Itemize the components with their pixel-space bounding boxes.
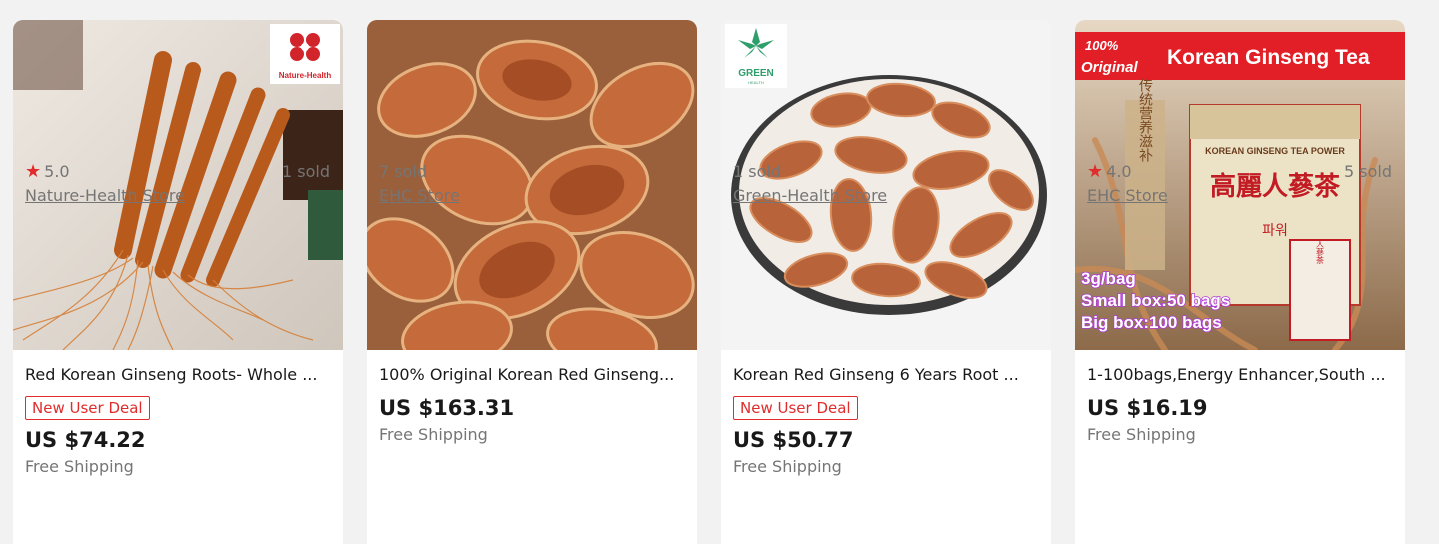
product-price: US $74.22 [25,428,146,452]
new-user-deal-badge: New User Deal [25,396,150,420]
shipping-label: Free Shipping [1087,425,1196,444]
sold-count: 7 sold [379,162,427,181]
product-grid: Nature-Health Red Korean Ginseng Roots- … [0,0,1439,544]
shipping-label: Free Shipping [733,457,842,476]
store-link[interactable]: Green-Health Store [733,185,887,207]
product-card[interactable]: 100% Original Korean Ginseng Tea KOREAN … [1075,20,1405,544]
product-title[interactable]: 100% Original Korean Red Ginseng... [379,364,685,386]
rating: ★ 5.0 [25,161,70,183]
sold-count: 1 sold [282,162,330,181]
svg-text:Small box:50 bags: Small box:50 bags [1081,291,1230,310]
product-meta: ★ 4.0 5 sold [1087,161,1392,183]
svg-text:파워: 파워 [1262,223,1288,239]
product-meta: ★ 5.0 1 sold [25,161,330,183]
product-info: 100% Original Korean Red Ginseng... US $… [367,350,697,446]
product-meta: 1 sold [733,161,1038,183]
new-user-deal-badge: New User Deal [733,396,858,420]
sold-count: 1 sold [733,162,781,181]
svg-text:Original: Original [1081,59,1139,76]
product-title[interactable]: Red Korean Ginseng Roots- Whole ... [25,364,331,386]
product-title[interactable]: 1-100bags,Energy Enhancer,South ... [1087,364,1393,386]
svg-text:GREEN: GREEN [738,68,774,79]
svg-text:Big box:100 bags: Big box:100 bags [1081,313,1222,332]
rating-value: 5.0 [44,162,70,181]
product-price: US $16.19 [1087,396,1208,420]
product-price: US $50.77 [733,428,854,452]
product-price: US $163.31 [379,396,515,420]
product-info: 1-100bags,Energy Enhancer,South ... US $… [1075,350,1405,446]
product-info: Red Korean Ginseng Roots- Whole ... New … [13,350,343,478]
product-info: Korean Red Ginseng 6 Years Root ... New … [721,350,1051,478]
star-icon: ★ [1087,161,1104,182]
svg-text:HEALTH: HEALTH [748,80,764,85]
svg-text:Korean Ginseng Tea: Korean Ginseng Tea [1167,46,1370,69]
rating-value: 4.0 [1106,162,1132,181]
product-card[interactable]: 100% Original Korean Red Ginseng... US $… [367,20,697,544]
shipping-label: Free Shipping [379,425,488,444]
shipping-label: Free Shipping [25,457,134,476]
store-link[interactable]: EHC Store [379,185,460,207]
store-link[interactable]: Nature-Health Store [25,185,185,207]
product-card[interactable]: Nature-Health Red Korean Ginseng Roots- … [13,20,343,544]
svg-text:人蔘茶: 人蔘茶 [1316,240,1325,264]
product-title[interactable]: Korean Red Ginseng 6 Years Root ... [733,364,1039,386]
rating: ★ 4.0 [1087,161,1132,183]
star-icon: ★ [25,161,42,182]
sold-count: 5 sold [1344,162,1392,181]
svg-text:100%: 100% [1085,38,1119,53]
svg-text:Nature-Health: Nature-Health [279,71,332,80]
product-meta: 7 sold [379,161,684,183]
store-link[interactable]: EHC Store [1087,185,1168,207]
product-card[interactable]: GREEN HEALTH Korean Red Ginseng 6 Years … [721,20,1051,544]
svg-text:3g/bag: 3g/bag [1081,269,1136,288]
svg-text:传统营养滋补: 传统营养滋补 [1137,78,1153,162]
svg-text:KOREAN GINSENG TEA POWER: KOREAN GINSENG TEA POWER [1205,146,1345,156]
